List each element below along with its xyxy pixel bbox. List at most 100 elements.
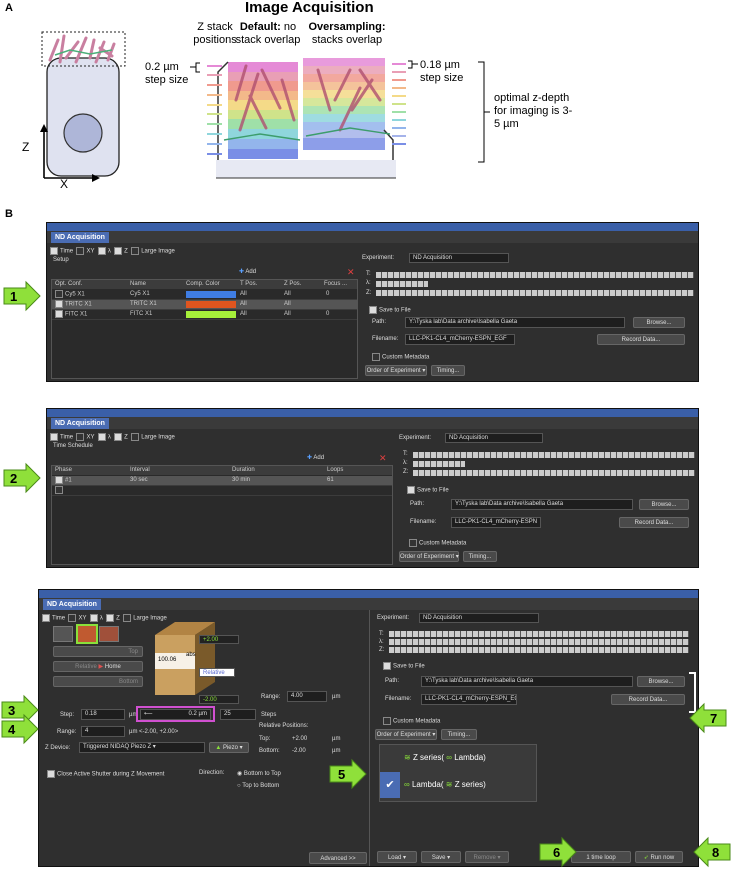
step-field[interactable]: 0.18 <box>81 709 125 720</box>
optimal-zdepth-label: optimal z-depth for imaging is 3-5 µm <box>494 92 573 130</box>
callout-3: 3 <box>8 703 16 718</box>
top-button[interactable]: Top <box>53 646 143 657</box>
nd-acquisition-window-1: ND Acquisition Time XY λ Z Large Image S… <box>46 222 699 382</box>
selected-check-icon: ✔ <box>380 772 400 798</box>
symmetric-mode-icon[interactable] <box>76 624 98 644</box>
t-timeline <box>376 272 694 278</box>
table-row[interactable]: Cy5 X1 Cy5 X1 All All 0 <box>52 290 357 300</box>
cube-relative-label: Relative <box>199 668 235 677</box>
path-field[interactable]: Y:\Tyska lab\Data archive\Isabella Gaeta <box>405 317 625 328</box>
z-timeline <box>389 647 689 653</box>
record-data-button[interactable]: Record Data... <box>611 694 685 705</box>
bottom-button[interactable]: Bottom <box>53 676 143 687</box>
panel-b-letter: B <box>5 208 13 220</box>
tab-nd-acquisition[interactable]: ND Acquisition <box>43 599 101 610</box>
col-interval: Interval <box>130 467 150 473</box>
asymmetric-mode-icon[interactable] <box>99 626 119 642</box>
path-field[interactable]: Y:\Tyska lab\Data archive\Isabella Gaeta <box>421 676 633 687</box>
right-step-bracket <box>408 60 418 69</box>
browse-button[interactable]: Browse... <box>633 317 685 328</box>
browse-button[interactable]: Browse... <box>637 676 685 687</box>
tab-nd-acquisition[interactable]: ND Acquisition <box>51 232 109 243</box>
record-data-button[interactable]: Record Data... <box>619 517 689 528</box>
time-schedule-table: Phase Interval Duration Loops #1 30 sec … <box>51 465 393 565</box>
path-field[interactable]: Y:\Tyska lab\Data archive\Isabella Gaeta <box>451 499 633 510</box>
col-loops: Loops <box>327 467 344 473</box>
experiment-field[interactable]: ND Acquisition <box>445 433 543 443</box>
save-to-file-checkbox[interactable]: Save to File <box>383 662 425 670</box>
top-to-bottom-radio[interactable]: ○ Top to Bottom <box>237 783 279 789</box>
nd-acquisition-window-3: ND Acquisition Time XY λ Z Large Image T… <box>38 589 699 867</box>
order-of-experiment-dropdown[interactable]: Order of Experiment ▾ <box>399 551 459 562</box>
cube-current-value: 100.06 <box>158 657 177 663</box>
z-timeline <box>413 470 695 476</box>
callout-7: 7 <box>710 711 718 726</box>
z-device-dropdown[interactable]: Triggered NIDAQ Piezo Z ▾ <box>79 742 205 753</box>
col-t-pos: T Pos. <box>240 281 258 287</box>
comp-color-swatch[interactable] <box>186 291 236 298</box>
timing-button[interactable]: Timing... <box>463 551 497 562</box>
custom-metadata-checkbox[interactable]: Custom Metadata <box>372 353 429 361</box>
callout-2: 2 <box>10 471 18 486</box>
order-list: ≋ Z series( ∞ Lambda) ✔ ∞ Lambda( ≋ Z se… <box>379 744 537 802</box>
add-button[interactable]: ✚ Add <box>307 454 324 461</box>
col-focus: Focus ... <box>324 281 348 287</box>
comp-color-swatch[interactable] <box>186 311 236 318</box>
table-row[interactable]: FITC X1 FITC X1 All All 0 <box>52 310 357 320</box>
tab-nd-acquisition[interactable]: ND Acquisition <box>51 418 109 429</box>
run-now-button[interactable]: ➶ Run now <box>635 851 683 863</box>
experiment-label: Experiment: <box>362 255 395 261</box>
timing-button[interactable]: Timing... <box>431 365 465 376</box>
callout-4: 4 <box>8 722 16 737</box>
order-of-experiment-dropdown[interactable]: Order of Experiment ▾ <box>375 729 437 740</box>
lambda-timeline <box>389 639 689 645</box>
callout-5: 5 <box>338 767 346 782</box>
piezo-button[interactable]: ▲ Piezo ▾ <box>209 742 249 753</box>
delete-icon[interactable]: ✕ <box>379 453 387 464</box>
table-row[interactable] <box>52 486 392 496</box>
custom-metadata-checkbox[interactable]: Custom Metadata <box>383 717 440 725</box>
dimension-tabs[interactable]: Time XY λ Z Large Image <box>50 247 175 255</box>
remove-button[interactable]: Remove ▾ <box>465 851 509 863</box>
save-to-file-checkbox[interactable]: Save to File <box>369 306 411 314</box>
range-right-field[interactable]: 4.00 <box>287 691 327 702</box>
delete-icon[interactable]: ✕ <box>347 267 355 278</box>
col-comp-color: Comp. Color <box>186 281 220 287</box>
order-of-experiment-dropdown[interactable]: Order of Experiment ▾ <box>365 365 427 376</box>
filename-field[interactable]: LLC-PK1-CL4_mCherry-ESPN_EGF <box>405 334 515 345</box>
filename-field[interactable]: LLC-PK1-CL4_mCherry-ESPN <box>451 517 541 528</box>
relative-home-button[interactable]: Relative ▶ Home <box>53 661 143 672</box>
experiment-field[interactable]: ND Acquisition <box>419 613 539 623</box>
filename-field[interactable]: LLC-PK1-CL4_mCherry-ESPN_EG <box>421 694 517 705</box>
add-button[interactable]: ✚ Add <box>239 268 256 275</box>
dimension-tabs[interactable]: Time XY λ Z Large Image <box>50 433 175 441</box>
relative-top-value: +2.00 <box>292 736 308 742</box>
experiment-field[interactable]: ND Acquisition <box>409 253 509 263</box>
top-bottom-mode-icon[interactable] <box>53 626 73 642</box>
time-loop-button[interactable]: 1 time loop <box>571 851 631 863</box>
timing-button[interactable]: Timing... <box>441 729 477 740</box>
table-row-selected[interactable]: TRITC X1 TRITC X1 All All <box>52 300 357 310</box>
setup-table: Opt. Conf. Name Comp. Color T Pos. Z Pos… <box>51 279 358 379</box>
relative-bottom-value: -2.00 <box>292 748 306 754</box>
nd-acquisition-window-2: ND Acquisition Time XY λ Z Large Image T… <box>46 408 699 568</box>
step-um-field[interactable]: ⟵ 0.2 µm <box>140 709 211 720</box>
range-field[interactable]: 4 <box>81 726 125 737</box>
steps-field[interactable]: 25 <box>220 709 256 720</box>
order-option-lambda-z[interactable]: ∞ Lambda( ≋ Z series) <box>404 775 486 795</box>
callout-6: 6 <box>553 845 561 860</box>
save-button[interactable]: Save ▾ <box>421 851 461 863</box>
cube-top-value: +2.00 <box>199 635 239 644</box>
bottom-to-top-radio[interactable]: ◉ Bottom to Top <box>237 770 281 777</box>
custom-metadata-checkbox[interactable]: Custom Metadata <box>409 539 466 547</box>
relative-positions-label: Relative Positions: <box>259 723 309 729</box>
order-option-z-lambda[interactable]: ≋ Z series( ∞ Lambda) <box>404 748 486 768</box>
advanced-button[interactable]: Advanced >> <box>309 852 367 864</box>
record-data-button[interactable]: Record Data... <box>597 334 685 345</box>
save-to-file-checkbox[interactable]: Save to File <box>407 486 449 494</box>
table-row-selected[interactable]: #1 30 sec 30 min 61 <box>52 476 392 486</box>
comp-color-swatch[interactable] <box>186 301 236 308</box>
browse-button[interactable]: Browse... <box>639 499 689 510</box>
load-button[interactable]: Load ▾ <box>377 851 417 863</box>
close-shutter-checkbox[interactable]: Close Active Shutter during Z Movement <box>47 770 164 778</box>
